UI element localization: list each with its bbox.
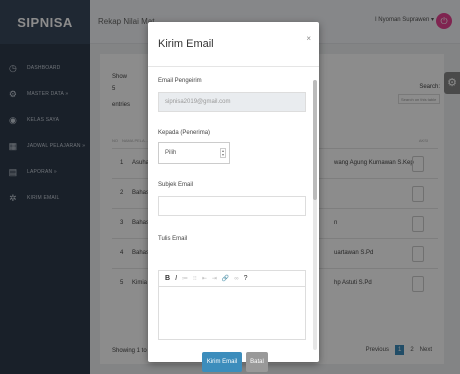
- recipient-select[interactable]: Pilih ▴ ▾: [158, 142, 230, 164]
- recipient-select-value: Pilih: [165, 150, 177, 156]
- sender-email-field: sipnisa2019@gmail.com: [158, 92, 306, 112]
- help-icon[interactable]: ?: [244, 275, 248, 282]
- link-icon[interactable]: 🔗: [222, 275, 229, 282]
- indent-icon[interactable]: ⇥: [212, 275, 217, 282]
- bulleted-list-icon[interactable]: ≔: [182, 275, 188, 282]
- editor-toolbar: B I ≔ ⁝⁝ ⇤ ⇥ 🔗 ∞ ?: [159, 271, 305, 287]
- subject-input[interactable]: [158, 196, 306, 216]
- cancel-button[interactable]: Batal: [246, 352, 268, 372]
- modal-title: Kirim Email: [158, 38, 214, 50]
- bold-icon[interactable]: B: [165, 275, 170, 282]
- recipient-label: Kepada (Penerima): [158, 130, 211, 136]
- subject-label: Subjek Email: [158, 182, 194, 188]
- send-email-button[interactable]: Kirim Email: [202, 352, 242, 372]
- scrollbar-thumb[interactable]: [313, 80, 317, 200]
- kirim-email-modal: Kirim Email × Email Pengeirim sipnisa201…: [148, 22, 319, 372]
- app-root: SIPNISA ◷ DASHBOARD ⚙ MASTER DATA » ◉ KE…: [0, 0, 460, 374]
- outdent-icon[interactable]: ⇤: [202, 275, 207, 282]
- chevron-updown-icon: ▴ ▾: [220, 148, 226, 158]
- close-icon[interactable]: ×: [306, 34, 311, 43]
- body-label: Tulis Email: [158, 236, 188, 242]
- unlink-icon[interactable]: ∞: [234, 276, 238, 282]
- italic-icon[interactable]: I: [175, 275, 177, 282]
- email-body-editor[interactable]: B I ≔ ⁝⁝ ⇤ ⇥ 🔗 ∞ ?: [158, 270, 306, 340]
- modal-divider: [148, 66, 319, 67]
- modal-scrollbar[interactable]: [313, 80, 317, 350]
- numbered-list-icon[interactable]: ⁝⁝: [193, 275, 197, 282]
- sender-label: Email Pengeirim: [158, 78, 202, 84]
